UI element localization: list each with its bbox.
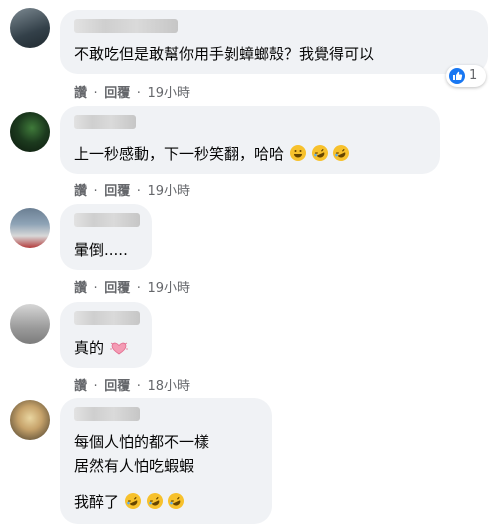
comment-text: 不敢吃但是敢幫你用手剝蟑螂殼？我覺得可以: [74, 45, 375, 63]
timestamp[interactable]: 18小時: [147, 379, 190, 394]
comment-text: 真的: [74, 338, 129, 361]
rolling-laughing-icon: [165, 490, 187, 512]
avatar[interactable]: [10, 304, 50, 344]
commenter-name-blurred[interactable]: [74, 115, 136, 129]
commenter-name-blurred[interactable]: [74, 19, 178, 33]
separator: ·: [93, 184, 98, 199]
reply-link[interactable]: 回覆: [104, 379, 130, 394]
rolling-laughing-icon: [308, 142, 331, 164]
comment-text: 暈倒.....: [74, 241, 128, 259]
comment-actions: 讚 · 回覆 · 18小時: [74, 375, 190, 394]
reaction-count: 1: [469, 68, 478, 83]
avatar[interactable]: [10, 112, 50, 152]
separator: ·: [136, 379, 141, 394]
comment-bubble: 每個人怕的都不一樣 居然有人怕吃蝦蝦 我醉了: [60, 398, 272, 524]
like-link[interactable]: 讚: [74, 184, 87, 199]
separator: ·: [136, 86, 141, 101]
rolling-laughing-icon: [330, 142, 352, 164]
separator: ·: [136, 184, 141, 199]
commenter-name-blurred[interactable]: [74, 407, 140, 421]
commenter-name-blurred[interactable]: [74, 311, 140, 325]
avatar[interactable]: [10, 8, 50, 48]
like-link[interactable]: 讚: [74, 379, 87, 394]
grinning-face-icon: [289, 145, 306, 161]
like-link[interactable]: 讚: [74, 86, 87, 101]
reply-link[interactable]: 回覆: [104, 86, 130, 101]
comment-text-body: 我醉了: [74, 493, 120, 511]
comment-text-body: 真的: [74, 339, 105, 357]
comment-actions: 讚 · 回覆 · 19小時: [74, 180, 190, 199]
comment-text-body: 上一秒感動，下一秒笑翻，哈哈: [74, 145, 285, 163]
reply-link[interactable]: 回覆: [104, 184, 130, 199]
separator: ·: [93, 86, 98, 101]
comment-bubble: 暈倒.....: [60, 204, 152, 270]
heart-sticker-icon: [109, 340, 129, 361]
rolling-laughing-icon: [143, 490, 166, 512]
timestamp[interactable]: 19小時: [147, 281, 190, 296]
comment-bubble: 不敢吃但是敢幫你用手剝蟑螂殼？我覺得可以: [60, 10, 488, 74]
comment-bubble: 真的: [60, 302, 152, 368]
comment-actions: 讚 · 回覆 · 19小時: [74, 277, 190, 296]
comment-bubble: 上一秒感動，下一秒笑翻，哈哈: [60, 106, 440, 174]
like-icon: [449, 68, 465, 84]
commenter-name-blurred[interactable]: [74, 213, 140, 227]
reaction-count-badge[interactable]: 1: [446, 65, 486, 87]
avatar[interactable]: [10, 208, 50, 248]
comment-text-line-1: 每個人怕的都不一樣: [74, 433, 210, 451]
separator: ·: [136, 281, 141, 296]
avatar[interactable]: [10, 400, 50, 440]
reply-link[interactable]: 回覆: [104, 281, 130, 296]
comment-actions: 讚 · 回覆 · 19小時: [74, 82, 190, 101]
comment-text-line-2: 居然有人怕吃蝦蝦: [74, 457, 195, 475]
timestamp[interactable]: 19小時: [147, 184, 190, 199]
rolling-laughing-icon: [122, 490, 144, 512]
comment-text-line-3: 我醉了: [74, 490, 187, 512]
separator: ·: [93, 281, 98, 296]
timestamp[interactable]: 19小時: [147, 86, 190, 101]
separator: ·: [93, 379, 98, 394]
like-link[interactable]: 讚: [74, 281, 87, 296]
comment-text: 上一秒感動，下一秒笑翻，哈哈: [74, 142, 352, 164]
